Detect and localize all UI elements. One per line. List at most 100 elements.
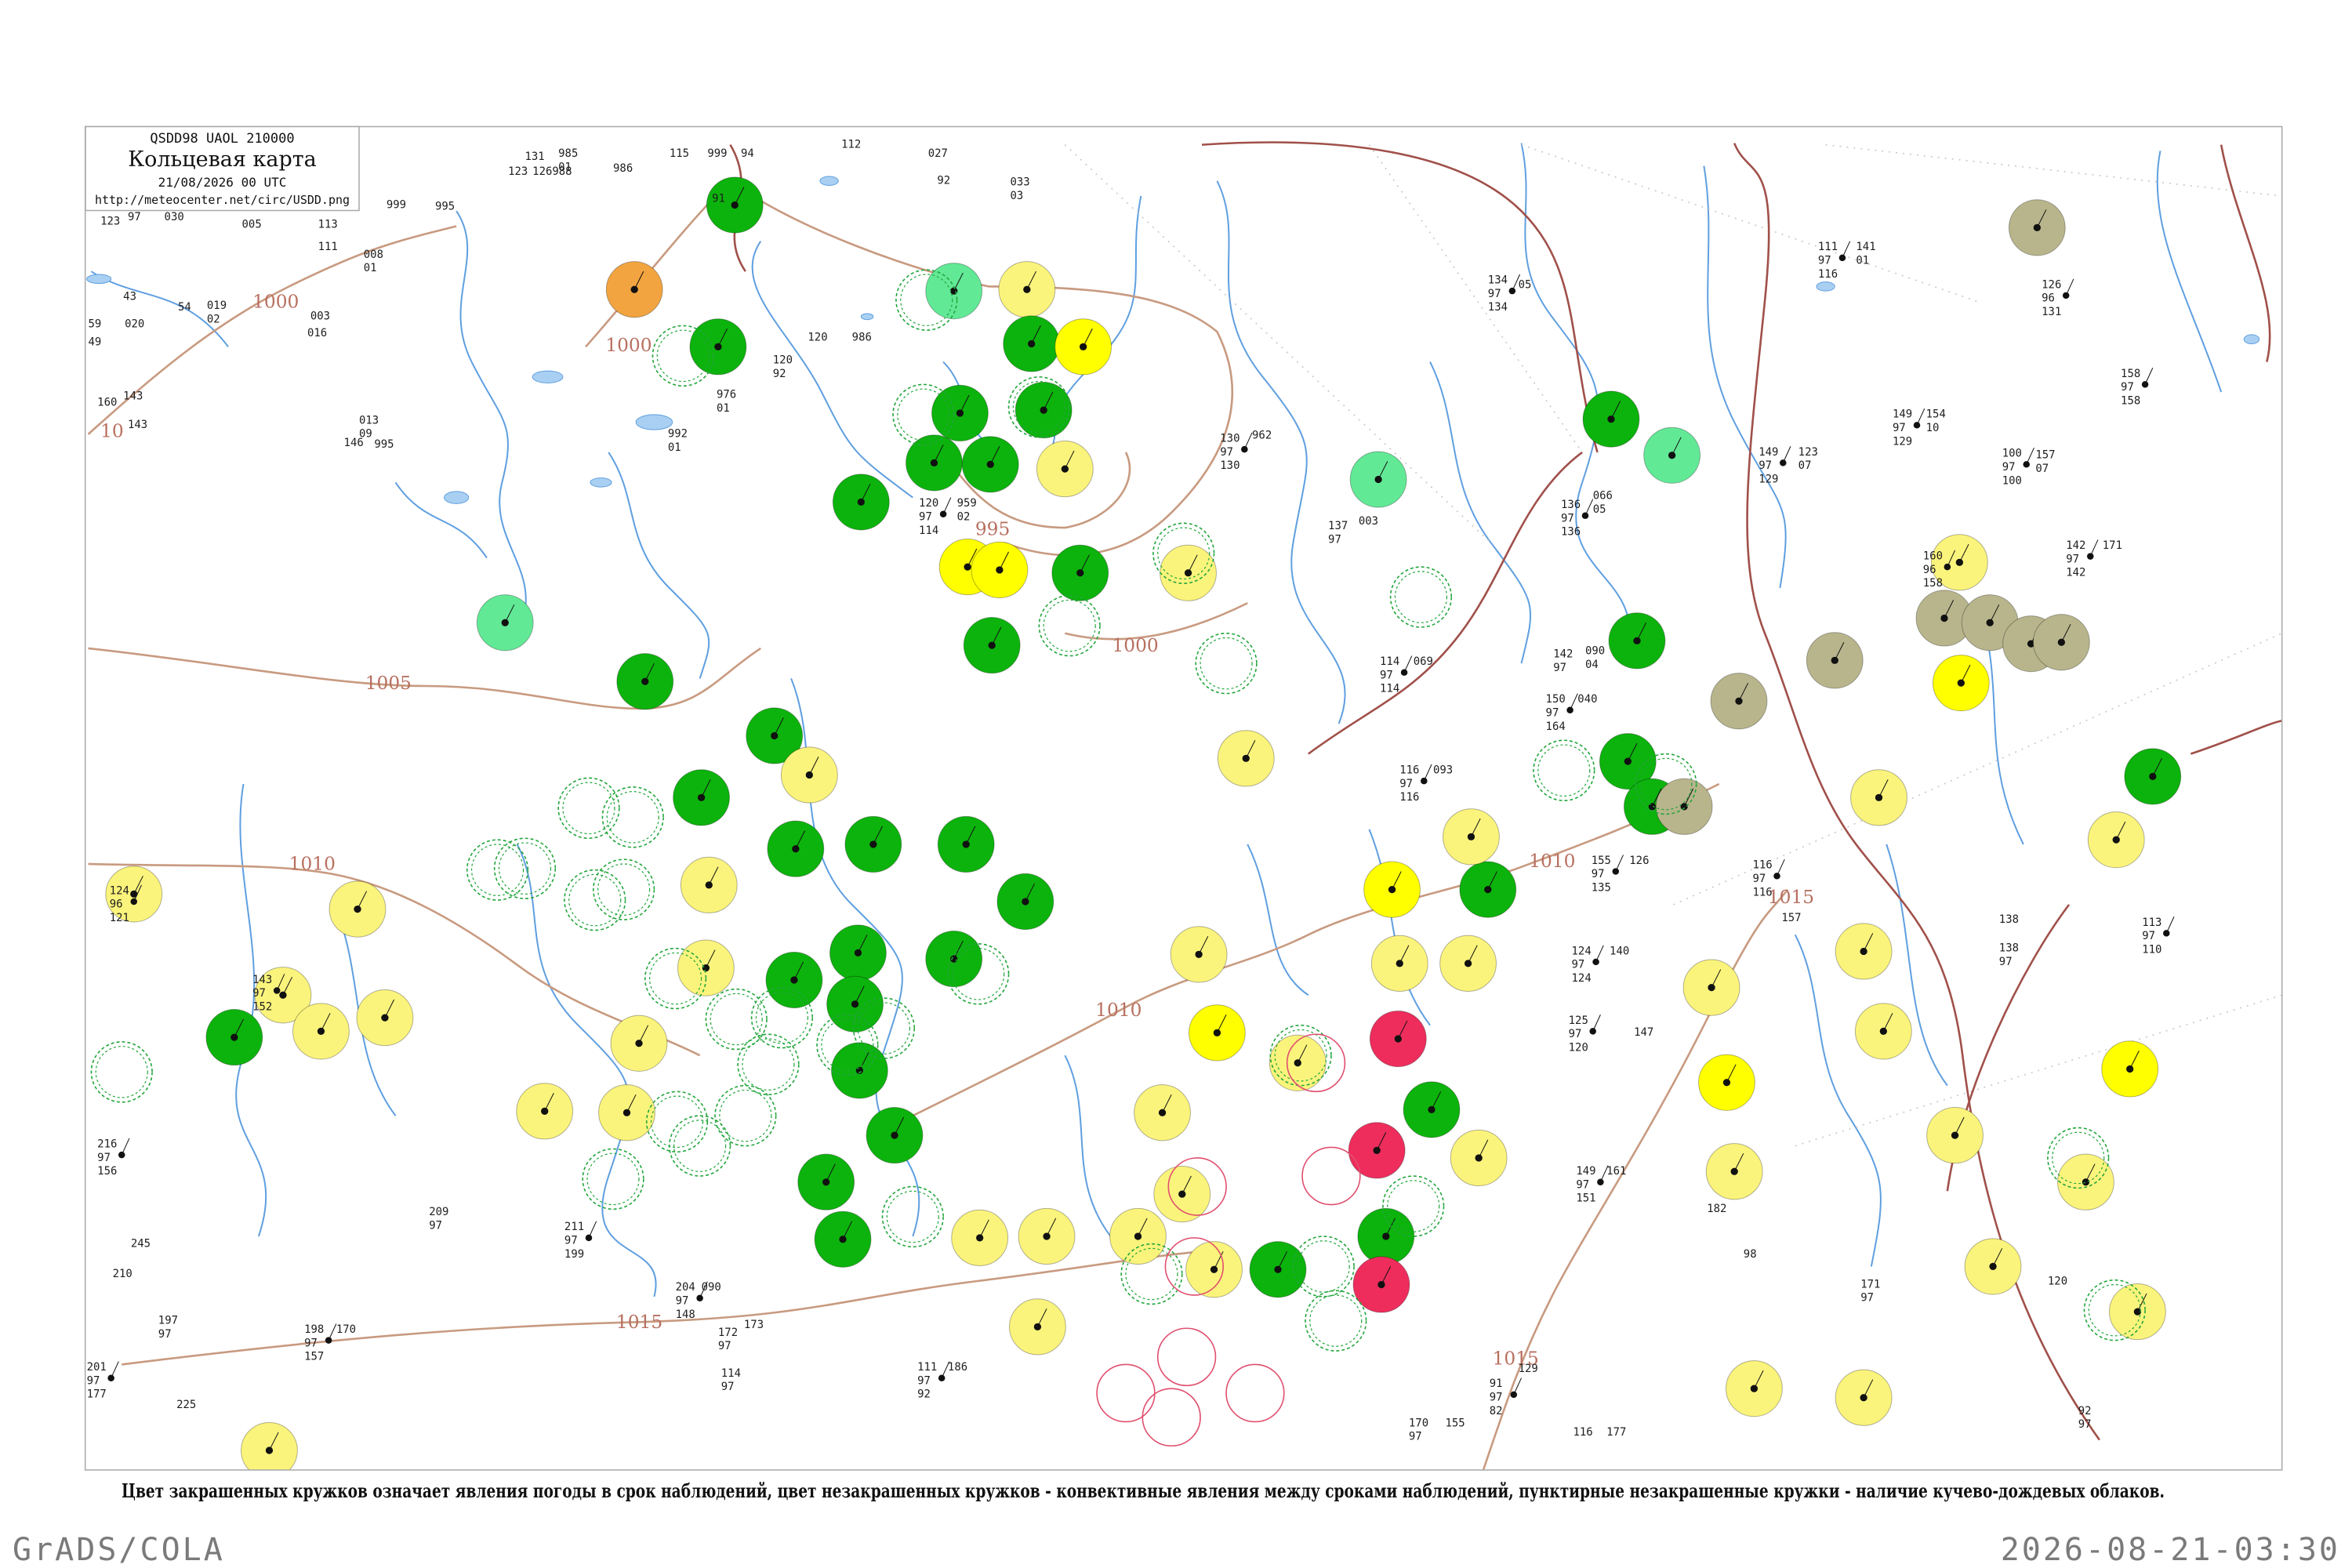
isobar-label: 10 [100,421,124,442]
source-url: http://meteocenter.net/circ/USDD.png [95,193,350,207]
station-value: 116 [1399,764,1419,777]
station-value: 020 [125,318,144,330]
station-value: 97 [2142,930,2155,942]
map-title: Кольцевая карта [128,147,317,172]
station-value: 216 [97,1138,117,1151]
station-value: 97 [1490,1392,1503,1404]
station-value: 111 [318,241,338,253]
station-dot [1040,406,1047,414]
lake [445,492,469,503]
station-value: 97 [2078,1418,2092,1431]
station-value: 177 [1606,1426,1626,1439]
station-value: 141 [1856,241,1875,253]
station-value: 54 [178,301,191,314]
station-value: 136 [1561,526,1581,539]
station-value: 97 [87,1374,100,1387]
station-value: 97 [1569,1028,1582,1040]
station-value: 97 [1553,662,1566,674]
legend-caption: Цвет закрашенных кружков означает явлени… [122,1479,2165,1502]
station-value: 131 [2042,306,2061,318]
station-value: 172 [718,1327,738,1339]
station-value: 160 [97,396,117,408]
station-value: 123 [508,165,528,178]
station-value: 97 [2066,553,2079,565]
station-value: 157 [1781,912,1801,924]
station-value: 120 [2048,1276,2067,1288]
station-value: 149 [1893,408,1912,421]
station-value: 111 [1818,241,1838,253]
station-value: 98 [1744,1248,1757,1261]
station-value: 116 [1573,1426,1592,1439]
station-value: 97 [1576,1178,1589,1191]
station-dot [714,343,722,350]
station-value: 120 [808,332,827,344]
station-value: 97 [1220,446,1233,459]
station-value: 97 [1488,288,1501,300]
station-value: 005 [242,218,262,230]
station-value: 135 [1592,882,1611,895]
station-value: 147 [1634,1026,1653,1039]
station-value: 066 [1593,490,1613,503]
station-value: 130 [1220,433,1240,445]
lake [87,274,111,284]
station-value: 123 [1798,446,1818,459]
station-dot [622,1109,631,1116]
station-value: 136 [1561,499,1581,511]
station-value: 116 [1752,886,1772,898]
station-value: 995 [435,200,455,212]
station-value: 149 [1576,1165,1595,1178]
station-dot [1028,339,1036,348]
station-value: 03 [1010,190,1023,202]
station-value: 040 [1577,693,1597,706]
lake [532,371,563,383]
station-value: 210 [113,1268,132,1280]
station-value: 114 [721,1367,741,1380]
station-value: 115 [670,147,689,160]
station-value: 134 [1488,274,1508,287]
station-value: 97 [1999,956,2013,968]
station-value: 160 [1923,550,1943,563]
station-value: 96 [110,898,123,911]
station-value: 01 [668,441,681,454]
station-value: 129 [1893,435,1912,448]
station-value: 116 [1399,791,1419,804]
station-value: 137 [1328,520,1348,532]
station-value: 92 [937,175,950,187]
station-value: 97 [1546,707,1559,720]
isobar-label: 1010 [289,854,336,875]
station-value: 173 [744,1319,764,1331]
station-value: 02 [957,511,971,524]
bulletin-code: QSDD98 UAOL 210000 [150,131,294,147]
station-value: 123 [100,216,120,228]
station-dot [956,409,964,417]
station-value: 82 [1490,1405,1503,1417]
station-value: 027 [928,147,948,160]
station-value: 97 [1380,669,1393,681]
station-value: 146 [344,437,364,449]
station-value: 003 [310,310,330,323]
station-value: 97 [721,1381,735,1393]
station-value: 114 [1380,683,1399,695]
station-value: 150 [1546,693,1566,706]
station-dot [630,285,638,293]
station-value: 97 [2002,461,2016,474]
station-dot [1508,287,1516,295]
station-value: 97 [1572,959,1585,971]
station-value: 120 [1569,1041,1588,1054]
station-dot [1076,569,1084,577]
station-value: 019 [207,299,227,312]
isobar-label: 1015 [616,1312,662,1333]
station-value: 124 [1572,972,1592,985]
station-value: 05 [1593,503,1606,516]
station-value: 143 [128,419,147,431]
station-value: 142 [2066,567,2085,579]
station-dot [641,677,649,685]
station-value: 94 [741,147,754,160]
synoptic-map: 1000101000100510109951000101010151010101… [0,0,2352,1568]
station-value: 154 [1926,408,1946,421]
station-dot [1242,754,1250,762]
station-dot [891,1131,898,1139]
station-value: 97 [718,1340,731,1352]
station-value: 129 [1519,1363,1538,1375]
station-value: 97 [429,1219,442,1232]
